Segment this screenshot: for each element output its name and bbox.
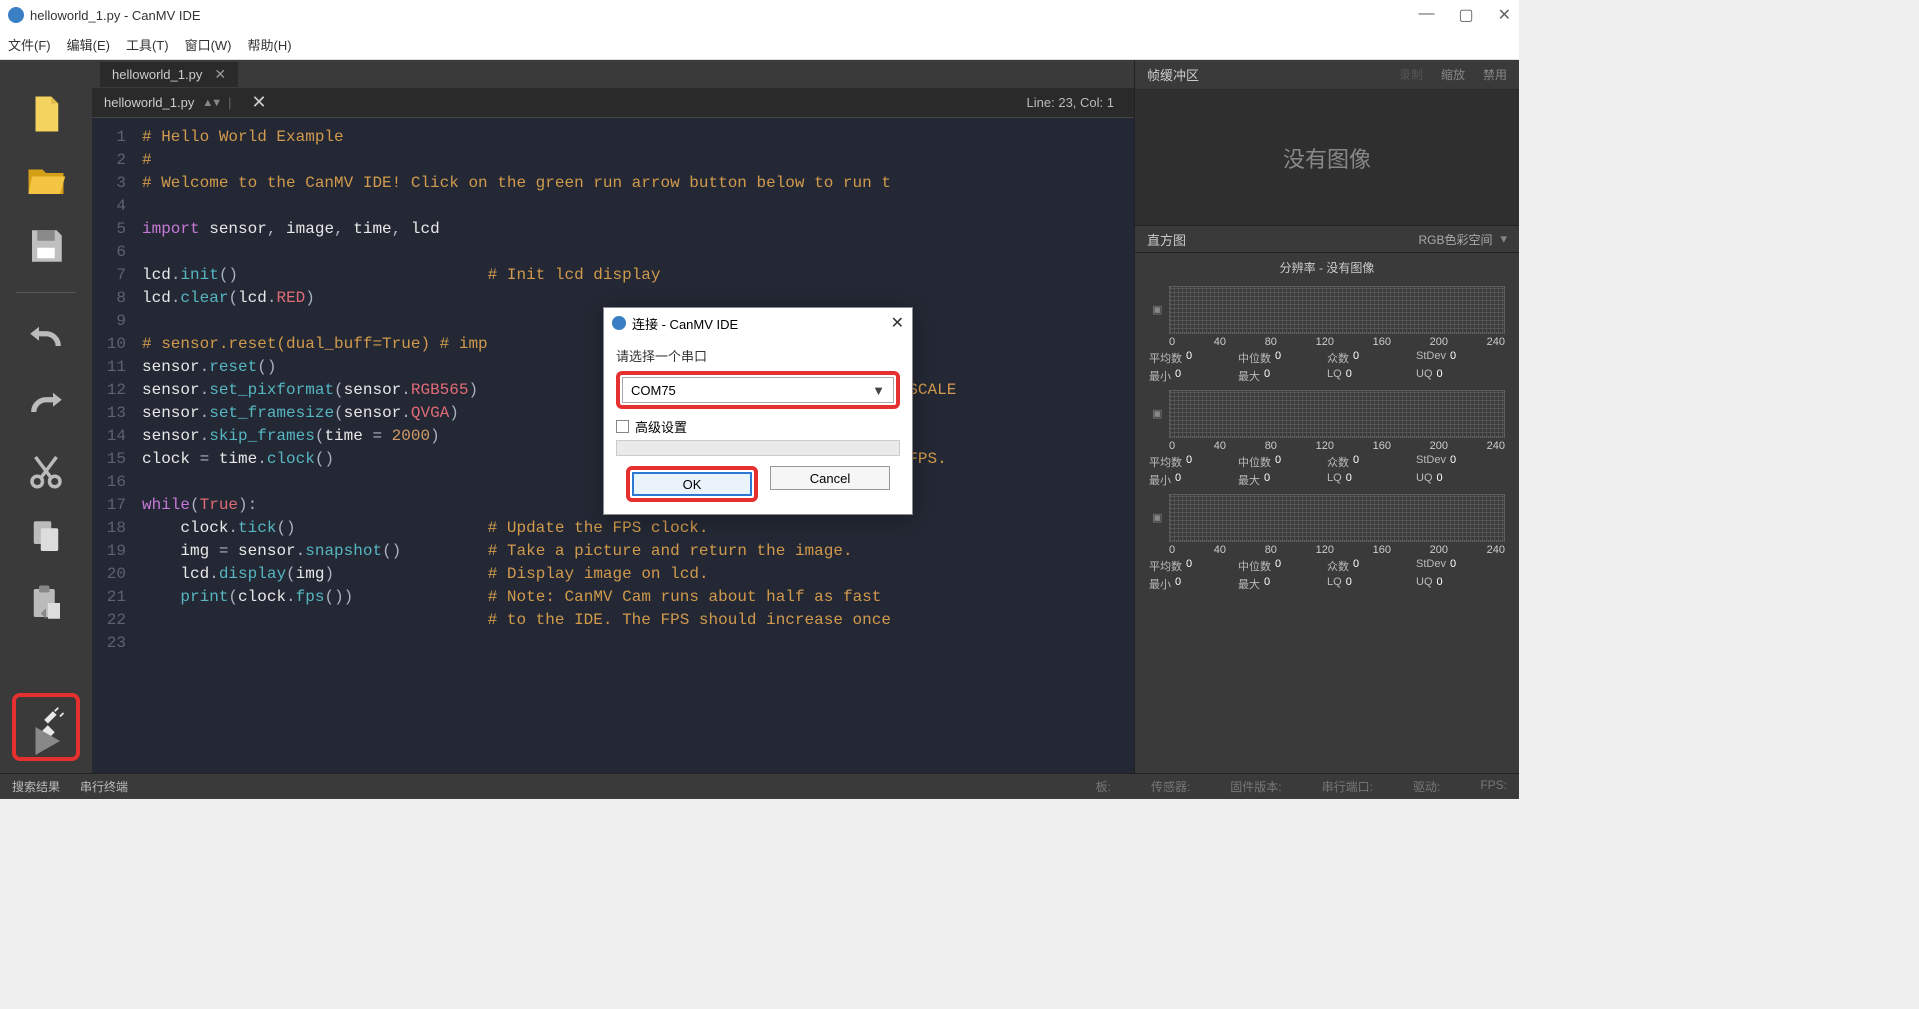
status-board: 板: [1096, 778, 1111, 795]
histogram-stats-row2: 最小0 最大0 LQ0 UQ0 [1149, 472, 1505, 488]
record-button[interactable]: 录制 [1399, 66, 1423, 83]
histogram-stats-row2: 最小0 最大0 LQ0 UQ0 [1149, 576, 1505, 592]
dialog-close-button[interactable]: ✕ [891, 313, 904, 333]
channel-icon: ▣ [1152, 303, 1162, 316]
status-serial-port: 串行端口: [1322, 778, 1373, 795]
ok-button[interactable]: OK [632, 472, 752, 496]
histogram-channel: ▣ 04080120160200240 平均数0 中位数0 众数0 StDev0… [1135, 386, 1519, 490]
framebuffer-header: 帧缓冲区 录制 缩放 禁用 [1135, 60, 1519, 90]
close-window-button[interactable]: ✕ [1498, 5, 1511, 25]
redo-button[interactable] [22, 381, 70, 429]
status-sensor: 传感器: [1151, 778, 1190, 795]
connect-dialog: 连接 - CanMV IDE ✕ 请选择一个串口 COM75 ▼ 高级设置 OK… [603, 307, 913, 515]
histogram-stats-row2: 最小0 最大0 LQ0 UQ0 [1149, 368, 1505, 384]
cut-button[interactable] [22, 447, 70, 495]
open-folder-button[interactable] [22, 156, 70, 204]
new-file-button[interactable] [22, 90, 70, 138]
menu-help[interactable]: 帮助(H) [248, 35, 292, 54]
port-selected-value: COM75 [631, 383, 872, 398]
histogram-stats-row1: 平均数0 中位数0 众数0 StDev0 [1149, 558, 1505, 574]
tab-label: helloworld_1.py [112, 67, 202, 82]
channel-icon: ▣ [1152, 407, 1162, 420]
file-selector-bar: helloworld_1.py ▲▼ | ✕ Line: 23, Col: 1 [92, 88, 1134, 118]
status-drive: 驱动: [1413, 778, 1440, 795]
histogram-axis: 04080120160200240 [1169, 440, 1505, 452]
editor-tab[interactable]: helloworld_1.py ✕ [100, 62, 238, 87]
dialog-logo-icon [612, 316, 626, 330]
window-titlebar: helloworld_1.py - CanMV IDE — ▢ ✕ [0, 0, 1519, 30]
port-combo-highlight: COM75 ▼ [616, 371, 900, 409]
window-title: helloworld_1.py - CanMV IDE [30, 8, 1418, 23]
histogram-channel: ▣ 04080120160200240 平均数0 中位数0 众数0 StDev0… [1135, 490, 1519, 594]
status-bar: 搜索结果 串行终端 板: 传感器: 固件版本: 串行端口: 驱动: FPS: [0, 773, 1519, 799]
minimize-button[interactable]: — [1418, 5, 1434, 25]
histogram-axis: 04080120160200240 [1169, 336, 1505, 348]
editor-tabbar: helloworld_1.py ✕ [92, 60, 1134, 88]
left-toolbar [0, 60, 92, 773]
zoom-button[interactable]: 缩放 [1441, 66, 1465, 83]
resolution-label: 分辨率 - 没有图像 [1135, 253, 1519, 282]
save-button[interactable] [22, 222, 70, 270]
histogram-title: 直方图 [1147, 230, 1418, 249]
file-selector-divider: | [228, 95, 231, 110]
ok-button-highlight: OK [626, 466, 758, 502]
framebuffer-preview: 没有图像 [1135, 90, 1519, 225]
histogram-mode-arrow-icon[interactable]: ▾ [1500, 231, 1507, 247]
undo-button[interactable] [22, 315, 70, 363]
app-logo-icon [8, 7, 24, 23]
histogram-stats-row1: 平均数0 中位数0 众数0 StDev0 [1149, 350, 1505, 366]
line-gutter: 1234567891011121314151617181920212223 [92, 118, 134, 773]
paste-button[interactable] [22, 579, 70, 627]
histogram-mode[interactable]: RGB色彩空间 [1418, 231, 1492, 248]
disable-button[interactable]: 禁用 [1483, 66, 1507, 83]
tab-close-button[interactable]: ✕ [214, 66, 226, 83]
menu-bar: 文件(F) 编辑(E) 工具(T) 窗口(W) 帮助(H) [0, 30, 1519, 60]
file-selector-arrows-icon[interactable]: ▲▼ [202, 97, 220, 109]
histogram-axis: 04080120160200240 [1169, 544, 1505, 556]
right-panel: 帧缓冲区 录制 缩放 禁用 没有图像 直方图 RGB色彩空间 ▾ 分辨率 - 没… [1134, 60, 1519, 773]
dialog-progress-bar [616, 440, 900, 456]
cursor-position: Line: 23, Col: 1 [1027, 95, 1114, 110]
menu-file[interactable]: 文件(F) [8, 35, 51, 54]
menu-tools[interactable]: 工具(T) [126, 35, 169, 54]
histogram-bars: ▣ [1169, 390, 1505, 438]
histogram-header: 直方图 RGB色彩空间 ▾ [1135, 225, 1519, 253]
run-button[interactable] [22, 717, 70, 765]
histogram-channel: ▣ 04080120160200240 平均数0 中位数0 众数0 StDev0… [1135, 282, 1519, 386]
advanced-label: 高级设置 [635, 417, 687, 436]
menu-edit[interactable]: 编辑(E) [67, 35, 110, 54]
dialog-titlebar: 连接 - CanMV IDE ✕ [604, 308, 912, 338]
histogram-bars: ▣ [1169, 286, 1505, 334]
port-combobox[interactable]: COM75 ▼ [622, 377, 894, 403]
copy-button[interactable] [22, 513, 70, 561]
framebuffer-title: 帧缓冲区 [1147, 65, 1381, 84]
search-results-tab[interactable]: 搜索结果 [12, 778, 60, 795]
channel-icon: ▣ [1152, 511, 1162, 524]
file-close-button[interactable]: ✕ [252, 92, 267, 113]
cancel-button[interactable]: Cancel [770, 466, 890, 490]
menu-window[interactable]: 窗口(W) [185, 35, 232, 54]
status-fps: FPS: [1480, 778, 1507, 795]
dialog-prompt: 请选择一个串口 [616, 346, 900, 365]
dialog-title: 连接 - CanMV IDE [632, 314, 891, 333]
histogram-bars: ▣ [1169, 494, 1505, 542]
file-selector-label[interactable]: helloworld_1.py [104, 95, 194, 110]
serial-terminal-tab[interactable]: 串行终端 [80, 778, 128, 795]
combobox-arrow-icon: ▼ [872, 383, 885, 398]
advanced-checkbox[interactable] [616, 420, 629, 433]
status-firmware: 固件版本: [1230, 778, 1281, 795]
maximize-button[interactable]: ▢ [1458, 5, 1473, 25]
advanced-settings-row[interactable]: 高级设置 [616, 417, 900, 436]
no-image-label: 没有图像 [1283, 142, 1371, 174]
histogram-stats-row1: 平均数0 中位数0 众数0 StDev0 [1149, 454, 1505, 470]
